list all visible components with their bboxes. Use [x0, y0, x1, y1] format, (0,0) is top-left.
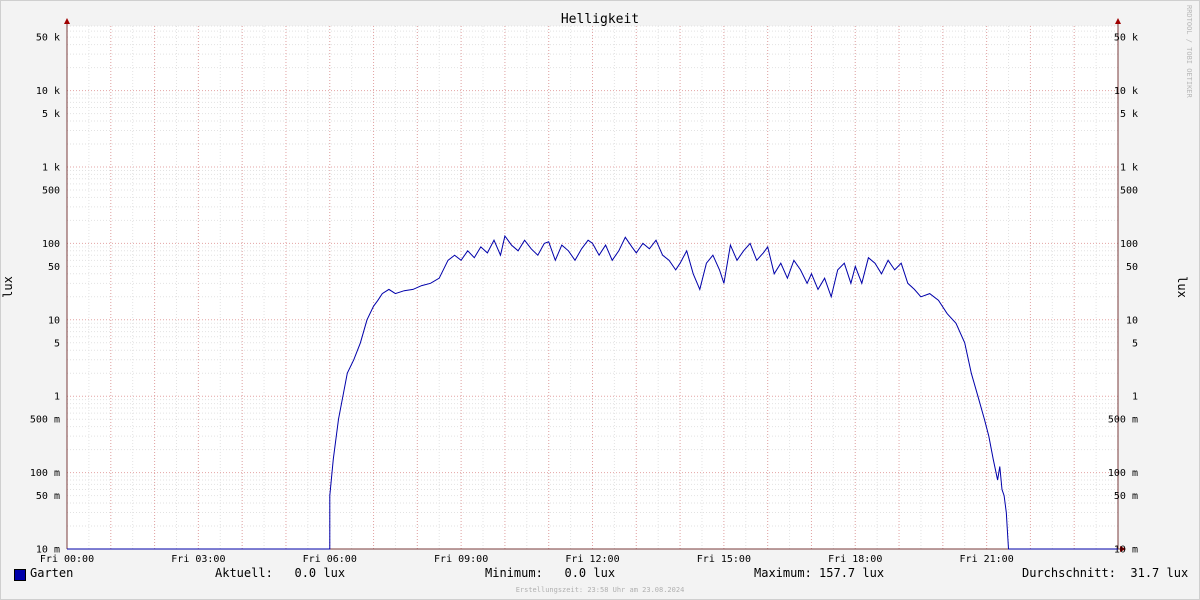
y-tick-label-right: 1	[1132, 392, 1138, 403]
y-tick-label-right: 50 m	[1114, 491, 1138, 502]
chart-title: Helligkeit	[561, 12, 639, 27]
y-tick-label-right: 10 k	[1114, 86, 1138, 97]
y-tick-label-right: 500	[1120, 185, 1138, 196]
y-tick-label-right: 1 k	[1120, 162, 1138, 173]
x-tick-label: Fri 00:00	[40, 554, 94, 565]
y-tick-label-left: 500	[42, 185, 60, 196]
y-tick-label-left: 100	[42, 239, 60, 250]
y-tick-label-right: 10	[1126, 315, 1138, 326]
legend-aktuell: Aktuell: 0.0 lux	[215, 566, 346, 580]
y-tick-label-right: 5 k	[1120, 109, 1138, 120]
y-tick-label-left: 10 k	[36, 86, 60, 97]
y-tick-label-left: 5	[54, 338, 60, 349]
y-axis-right-arrow	[1115, 18, 1121, 24]
y-tick-label-left: 50 k	[36, 33, 60, 44]
y-axis-label-right: lux	[1175, 276, 1189, 298]
y-tick-label-left: 100 m	[30, 468, 60, 479]
x-tick-label: Fri 12:00	[565, 554, 619, 565]
legend-maximum: Maximum: 157.7 lux	[754, 566, 885, 580]
y-ticks-left: 50 k 10 k 5 k 1 k 500 100 50 10 5 1 500 m 100 m 50 m…	[30, 33, 60, 556]
legend-series-name: Garten	[30, 566, 74, 580]
y-tick-label-right: 100 m	[1108, 468, 1138, 479]
x-tick-label: Fri 15:00	[697, 554, 751, 565]
x-tick-label: Fri 03:00	[171, 554, 225, 565]
footer-timestamp: Erstellungszeit: 23:58 Uhr am 23.08.2024	[516, 586, 685, 594]
watermark: RRDTOOL / TOBI OETIKER	[1185, 5, 1193, 99]
y-tick-label-left: 500 m	[30, 415, 60, 426]
y-tick-label-right: 500 m	[1108, 415, 1138, 426]
x-tick-label: Fri 09:00	[434, 554, 488, 565]
y-tick-label-left: 1 k	[42, 162, 60, 173]
chart-canvas: 50 k 10 k 5 k 1 k 500 100 50 10 5 1 500 m 100 m 50 m…	[1, 5, 1193, 594]
y-tick-label-right: 50	[1126, 262, 1138, 273]
x-tick-label: Fri 18:00	[828, 554, 882, 565]
y-tick-label-left: 10	[48, 315, 60, 326]
x-tick-label: Fri 06:00	[303, 554, 357, 565]
legend-durchschnitt: Durchschnitt: 31.7 lux	[1022, 566, 1189, 580]
x-ticks: Fri 00:00 Fri 03:00 Fri 06:00 Fri 09:00 Fri …	[40, 554, 1014, 565]
y-tick-label-right: 10 m	[1114, 545, 1138, 556]
x-tick-label: Fri 21:00	[960, 554, 1014, 565]
y-tick-label-left: 1	[54, 392, 60, 403]
y-tick-label-right: 50 k	[1114, 33, 1138, 44]
legend-minimum: Minimum: 0.0 lux	[485, 566, 616, 580]
legend-swatch	[14, 569, 26, 581]
y-tick-label-left: 50	[48, 262, 60, 273]
y-tick-label-left: 5 k	[42, 109, 60, 120]
y-tick-label-right: 5	[1132, 338, 1138, 349]
y-tick-label-right: 100	[1120, 239, 1138, 250]
y-axis-left-arrow	[64, 18, 70, 24]
y-tick-label-left: 50 m	[36, 491, 60, 502]
y-axis-label-left: lux	[1, 276, 15, 298]
